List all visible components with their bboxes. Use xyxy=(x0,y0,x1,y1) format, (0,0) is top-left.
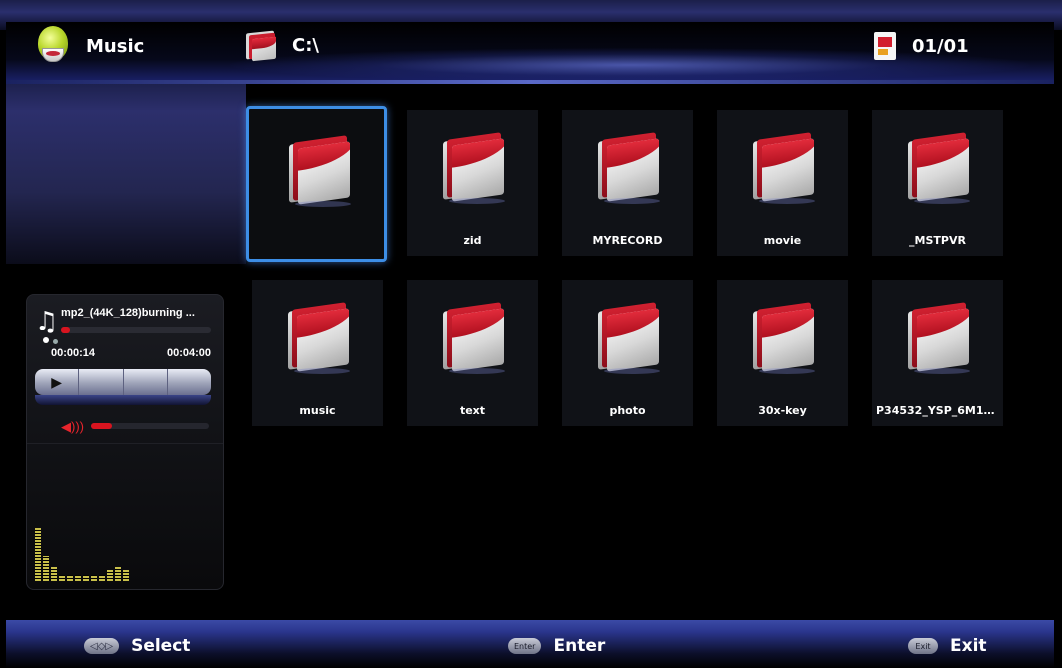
grid-item-label: text xyxy=(459,404,486,417)
transport-controls: ▶ xyxy=(35,369,211,395)
grid-item-4[interactable]: _MSTPVR xyxy=(872,110,1003,256)
music-app-icon xyxy=(34,26,72,66)
spectrum-bar xyxy=(107,570,113,581)
current-time: 00:00:14 xyxy=(51,347,96,359)
panel-divider xyxy=(27,443,223,444)
folder-icon xyxy=(598,302,660,374)
current-path: C:\ xyxy=(292,34,319,56)
grid-item-label: P34532_YSP_6M181... xyxy=(876,404,1003,417)
folder-icon xyxy=(443,132,505,204)
spectrum-bar xyxy=(59,575,65,581)
total-time: 00:04:00 xyxy=(166,347,211,359)
spectrum-bar xyxy=(51,567,57,581)
spectrum-bar xyxy=(99,575,105,581)
volume-icon: ◀))) xyxy=(61,419,84,434)
grid-item-label: photo xyxy=(609,404,646,417)
grid-item-label: movie xyxy=(763,234,802,247)
exit-hint: Exit xyxy=(950,636,987,656)
footer-exit: Exit Exit xyxy=(908,636,987,656)
enter-hint: Enter xyxy=(553,636,606,656)
folder-icon xyxy=(244,28,278,62)
enter-key-icon: Enter xyxy=(508,638,542,654)
transport-button-2[interactable] xyxy=(79,369,124,395)
folder-icon xyxy=(598,132,660,204)
grid-item-6[interactable]: text xyxy=(407,280,538,426)
spectrum-bar xyxy=(115,567,121,581)
spectrum-bar xyxy=(91,575,97,581)
volume-slider[interactable] xyxy=(91,423,209,429)
footer-enter: Enter Enter xyxy=(508,636,605,656)
spectrum-bar xyxy=(123,570,129,581)
page-indicator-group: 01/01 xyxy=(872,30,969,62)
track-name: mp2_(44K_128)burning ... xyxy=(61,307,195,319)
grid-item-2[interactable]: MYRECORD xyxy=(562,110,693,256)
grid-item-label: _MSTPVR xyxy=(909,234,966,247)
grid-item-label: zid xyxy=(463,234,482,247)
playback-progress-fill xyxy=(61,327,70,333)
grid-item-5[interactable]: music xyxy=(252,280,383,426)
grid-item-label: music xyxy=(299,404,336,417)
music-note-icon: ♫ xyxy=(35,307,59,337)
play-button[interactable]: ▶ xyxy=(35,369,80,395)
folder-icon xyxy=(908,132,970,204)
app-title-group: Music xyxy=(34,26,144,66)
nav-key-icon: ◁◇▷ xyxy=(84,638,120,654)
folder-icon xyxy=(753,132,815,204)
grid-item-label: MYRECORD xyxy=(592,234,663,247)
controls-glow xyxy=(35,395,211,405)
folder-icon xyxy=(443,302,505,374)
page-icon xyxy=(872,30,898,62)
app-title: Music xyxy=(86,35,145,57)
transport-button-3[interactable] xyxy=(124,369,168,395)
grid-item-0[interactable] xyxy=(246,106,387,262)
folder-icon xyxy=(908,302,970,374)
play-icon: ▶ xyxy=(51,373,63,390)
spectrum-bar xyxy=(67,575,73,581)
grid-item-label: 30x-key xyxy=(758,404,807,417)
path-group: C:\ xyxy=(244,28,319,62)
page-indicator: 01/01 xyxy=(912,35,969,57)
transport-button-4[interactable] xyxy=(168,369,211,395)
grid-item-9[interactable]: P34532_YSP_6M181... xyxy=(872,280,1003,426)
grid-item-7[interactable]: photo xyxy=(562,280,693,426)
folder-icon xyxy=(288,302,350,374)
status-dot-small xyxy=(53,339,58,344)
music-player-panel: ♫ mp2_(44K_128)burning ... 00:00:14 00:0… xyxy=(26,294,224,590)
playback-progress-bar[interactable] xyxy=(61,327,211,333)
spectrum-visualizer xyxy=(35,525,145,581)
spectrum-bar xyxy=(43,556,49,581)
spectrum-bar xyxy=(35,528,41,581)
grid-item-1[interactable]: zid xyxy=(407,110,538,256)
grid-item-8[interactable]: 30x-key xyxy=(717,280,848,426)
select-hint: Select xyxy=(131,636,191,656)
folder-icon xyxy=(753,302,815,374)
spectrum-bar xyxy=(83,575,89,581)
left-decor-band xyxy=(6,84,246,264)
grid-item-3[interactable]: movie xyxy=(717,110,848,256)
spectrum-bar xyxy=(75,575,81,581)
folder-icon xyxy=(289,135,351,207)
volume-fill xyxy=(91,423,113,429)
footer-select: ◁◇▷ Select xyxy=(84,636,190,656)
exit-key-icon: Exit xyxy=(908,638,938,654)
status-dot xyxy=(43,337,49,343)
